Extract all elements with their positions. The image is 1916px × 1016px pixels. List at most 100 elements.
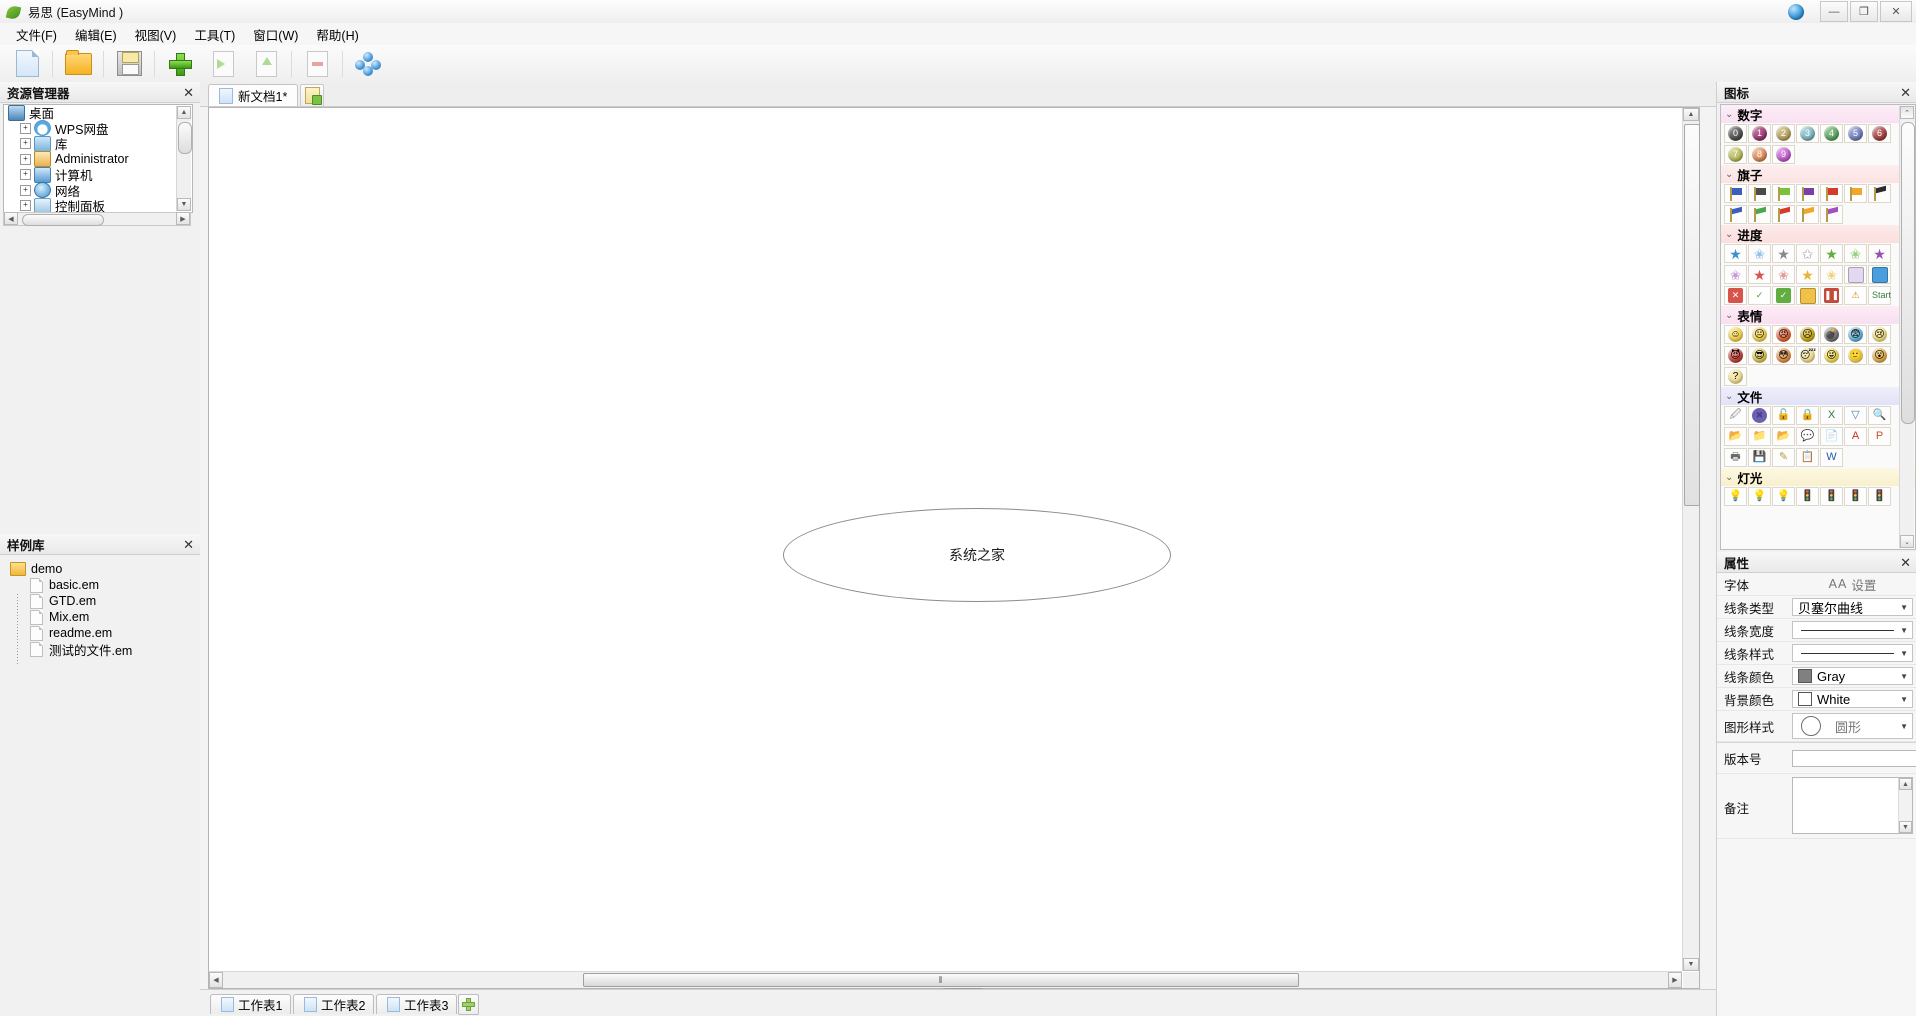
tab-new-document-1[interactable]: 新文档1* [208, 84, 299, 106]
icon-cell[interactable]: ☺ [1724, 325, 1747, 344]
scroll-left-icon[interactable]: ◀ [4, 212, 18, 225]
close-icon[interactable]: ✕ [1900, 86, 1911, 99]
menu-view[interactable]: 视图(V) [126, 23, 186, 46]
scroll-up-icon[interactable]: ▲ [1899, 778, 1912, 790]
explorer-vertical-scrollbar[interactable]: ▲ ▼ [176, 106, 192, 211]
icon-cell[interactable]: 1 [1748, 124, 1771, 143]
icon-cell[interactable]: 📂 [1772, 427, 1795, 446]
close-icon[interactable]: ✕ [183, 86, 194, 99]
font-settings-button[interactable]: A A 设置 [1792, 575, 1913, 593]
icon-cell[interactable]: 😜 [1820, 346, 1843, 365]
icon-category-header[interactable]: ⌄ 进度 [1721, 225, 1915, 243]
icon-cell[interactable]: 4 [1820, 124, 1843, 143]
icon-cell[interactable]: 💡 [1748, 487, 1771, 506]
add-child-node-button[interactable] [245, 46, 287, 81]
icon-cell[interactable]: ✎ [1772, 448, 1795, 467]
close-icon[interactable]: ✕ [1900, 556, 1911, 569]
icon-cell[interactable]: 📋 [1796, 448, 1819, 467]
scroll-down-icon[interactable]: ⌄ [1900, 535, 1914, 548]
line-type-select[interactable]: 贝塞尔曲线 ▼ [1792, 598, 1913, 616]
sheet-tab-2[interactable]: 工作表2 [293, 994, 375, 1014]
icon-cell[interactable]: 🙂 [1844, 346, 1867, 365]
icon-cell[interactable]: ✬ [1724, 265, 1747, 284]
icon-cell[interactable]: 😠 [1772, 325, 1795, 344]
icon-cell[interactable] [1748, 205, 1771, 224]
canvas-horizontal-scrollbar[interactable]: ◀ ⦀ ▶ [209, 971, 1682, 988]
note-scrollbar[interactable]: ▲ ▼ [1898, 778, 1912, 833]
icon-category-header[interactable]: ⌄ 表情 [1721, 306, 1915, 324]
scroll-down-icon[interactable]: ▼ [1683, 958, 1699, 971]
chevron-down-icon[interactable]: ⌄ [1725, 310, 1733, 321]
menu-edit[interactable]: 编辑(E) [66, 23, 126, 46]
chevron-down-icon[interactable]: ⌄ [1725, 109, 1733, 120]
icon-cell[interactable]: 📄 [1820, 427, 1843, 446]
icon-cell[interactable] [1844, 265, 1867, 284]
icon-cell[interactable]: ★ [1796, 265, 1819, 284]
icon-category-header[interactable]: ⌄ 数字 [1721, 105, 1915, 123]
expander-icon[interactable]: + [20, 138, 31, 150]
icon-cell[interactable] [1796, 205, 1819, 224]
new-document-tab-button[interactable] [300, 84, 324, 107]
icon-cell[interactable]: Start [1868, 286, 1891, 305]
icon-cell[interactable]: ❚❚ [1820, 286, 1843, 305]
scroll-left-icon[interactable]: ◀ [209, 972, 223, 988]
icon-cell[interactable]: 😴 [1796, 346, 1819, 365]
line-width-select[interactable]: ▼ [1792, 621, 1913, 639]
open-document-button[interactable] [57, 46, 99, 81]
icon-cell[interactable]: ★ [1820, 244, 1843, 263]
icon-cell[interactable]: ☹ [1796, 325, 1819, 344]
icons-grid[interactable]: ⌄ 数字 0 1 2 3 4 5 6 7 8 9 ⌄ 旗子 ⌄ 进度 ★ ✬ ★ ✩ ★ ✬ ★ ✬ ★ ✬ ★ ✬ ✕ ✓ ✓ ❚❚ ⚠ Sta… [1720, 104, 1916, 550]
icon-cell[interactable]: ✖ [1748, 406, 1771, 425]
chevron-down-icon[interactable]: ⌄ [1725, 391, 1733, 402]
icon-cell[interactable]: 📁 [1748, 427, 1771, 446]
icon-cell[interactable]: ★ [1868, 244, 1891, 263]
save-document-button[interactable] [108, 46, 150, 81]
add-node-button[interactable] [159, 46, 201, 81]
tree-item-wps-cloud[interactable]: + WPS网盘 [4, 120, 192, 137]
icon-cell[interactable]: ✬ [1772, 265, 1795, 284]
group-button[interactable] [347, 46, 389, 81]
icon-cell[interactable] [1748, 184, 1771, 203]
icon-cell[interactable]: 😐 [1748, 325, 1771, 344]
scroll-up-icon[interactable]: ▲ [177, 106, 191, 119]
chevron-down-icon[interactable]: ⌄ [1725, 472, 1733, 483]
icon-cell[interactable]: 2 [1772, 124, 1795, 143]
icon-cell[interactable]: 🖶 [1724, 448, 1747, 467]
line-color-select[interactable]: Gray ▼ [1792, 667, 1913, 685]
scroll-down-icon[interactable]: ▼ [1899, 821, 1912, 833]
icon-cell[interactable]: 🔓 [1772, 406, 1795, 425]
expander-icon[interactable]: + [20, 153, 31, 165]
icons-vertical-scrollbar[interactable]: ⌄ ⌄ [1899, 106, 1915, 548]
menu-file[interactable]: 文件(F) [7, 23, 66, 46]
icon-cell[interactable]: 9 [1772, 145, 1795, 164]
scrollbar-thumb[interactable] [178, 122, 192, 154]
icon-cell[interactable]: 💡 [1724, 487, 1747, 506]
icon-category-header[interactable]: ⌄ 旗子 [1721, 165, 1915, 183]
list-item[interactable]: basic.em [30, 577, 200, 593]
icon-cell[interactable]: 7 [1724, 145, 1747, 164]
sheet-tab-3[interactable]: 工作表3 [376, 994, 458, 1014]
icon-cell[interactable] [1724, 205, 1747, 224]
icon-cell[interactable]: 📂 [1724, 427, 1747, 446]
delete-node-button[interactable] [296, 46, 338, 81]
chevron-down-icon[interactable]: ⌄ [1725, 229, 1733, 240]
chevron-down-icon[interactable]: ▼ [1900, 672, 1910, 681]
icon-cell[interactable]: A [1844, 427, 1867, 446]
icon-cell[interactable]: 🚦 [1844, 487, 1867, 506]
chevron-down-icon[interactable]: ▼ [1900, 649, 1910, 658]
add-sibling-node-button[interactable] [202, 46, 244, 81]
background-color-select[interactable]: White ▼ [1792, 690, 1913, 708]
tree-item-library[interactable]: + 库 [4, 135, 192, 152]
icon-cell[interactable] [1868, 184, 1891, 203]
list-item[interactable]: demo [10, 561, 200, 577]
mindmap-canvas[interactable]: 系统之家 [209, 108, 1682, 971]
icon-cell[interactable] [1796, 286, 1819, 305]
icon-cell[interactable] [1772, 184, 1795, 203]
close-button[interactable]: ✕ [1880, 1, 1912, 22]
scroll-up-icon[interactable]: ▲ [1683, 108, 1699, 121]
chevron-down-icon[interactable]: ▼ [1900, 722, 1910, 731]
list-item[interactable]: GTD.em [30, 593, 200, 609]
icon-cell[interactable] [1820, 205, 1843, 224]
canvas-vertical-scrollbar[interactable]: ▲ ▼ [1682, 108, 1700, 971]
icon-cell[interactable]: 🔒 [1796, 406, 1819, 425]
